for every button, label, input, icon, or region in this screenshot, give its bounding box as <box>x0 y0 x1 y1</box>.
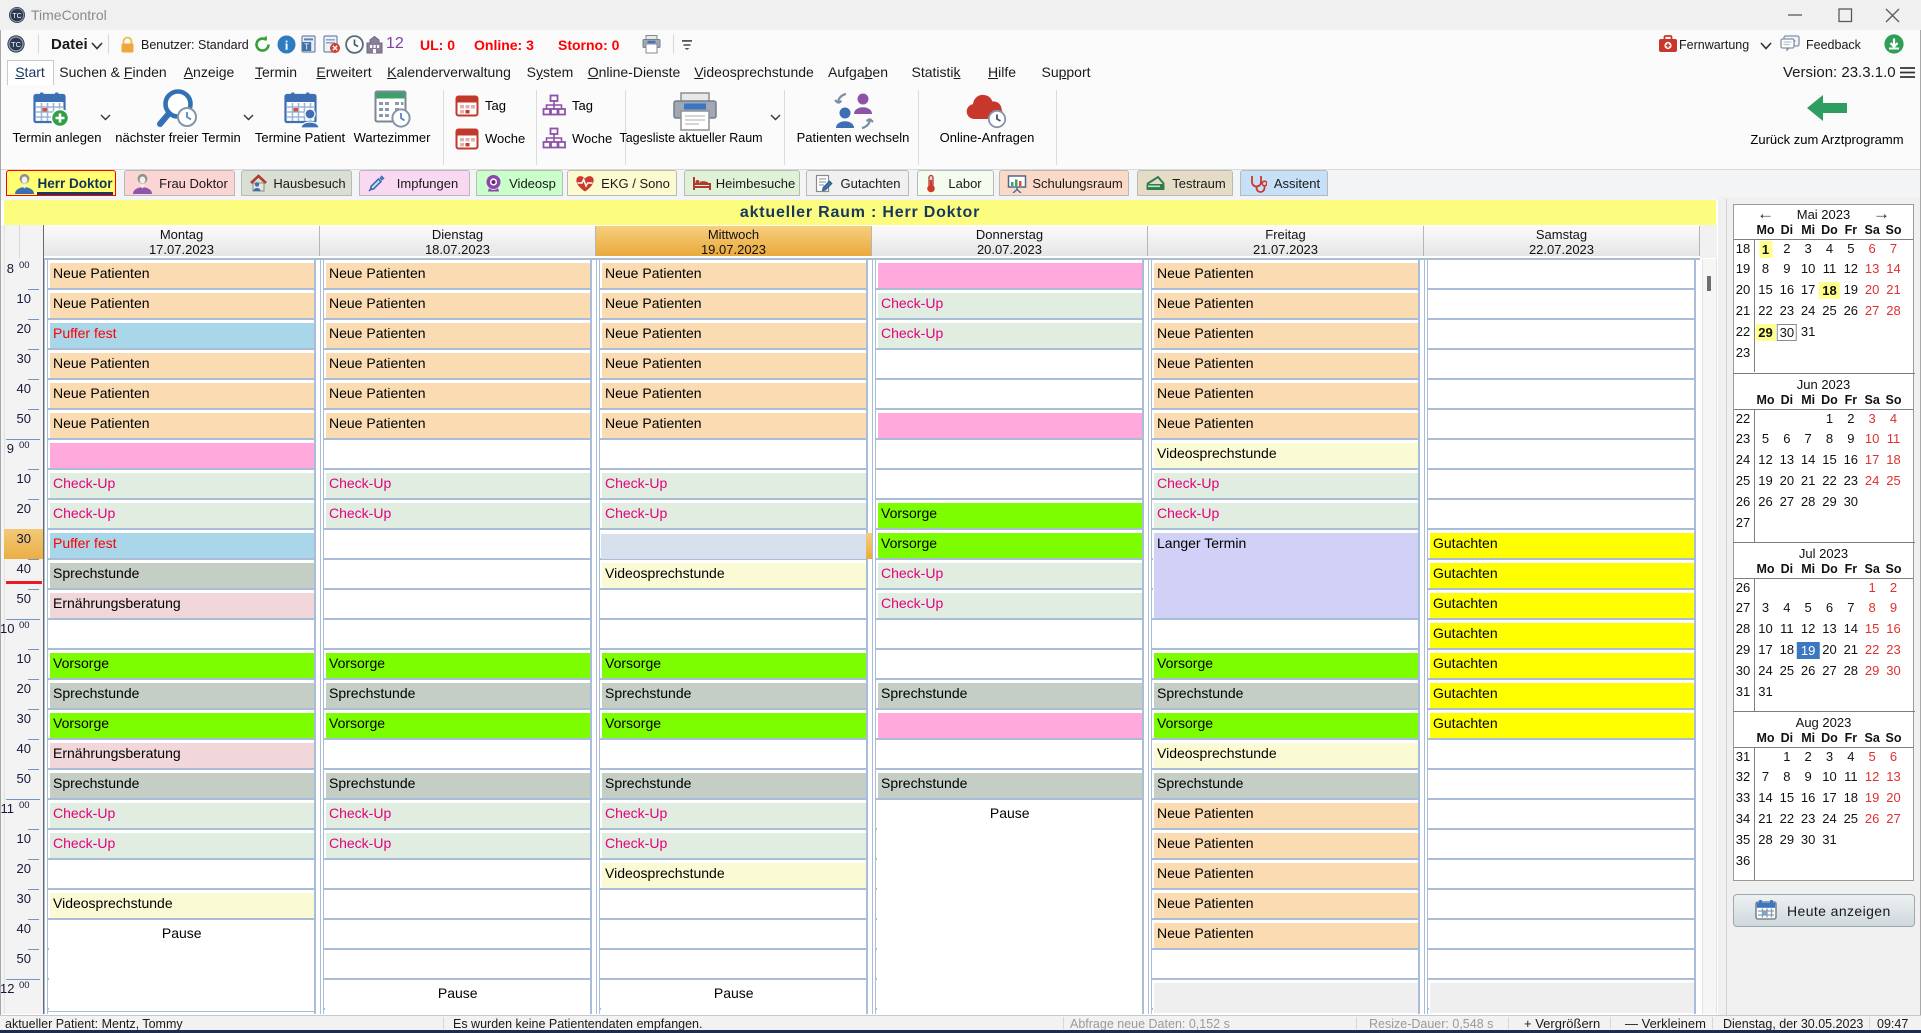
svg-text:TC: TC <box>12 13 21 20</box>
svg-text:TC: TC <box>11 40 22 49</box>
svg-text:T: T <box>304 43 309 52</box>
svg-text:i: i <box>285 38 289 53</box>
